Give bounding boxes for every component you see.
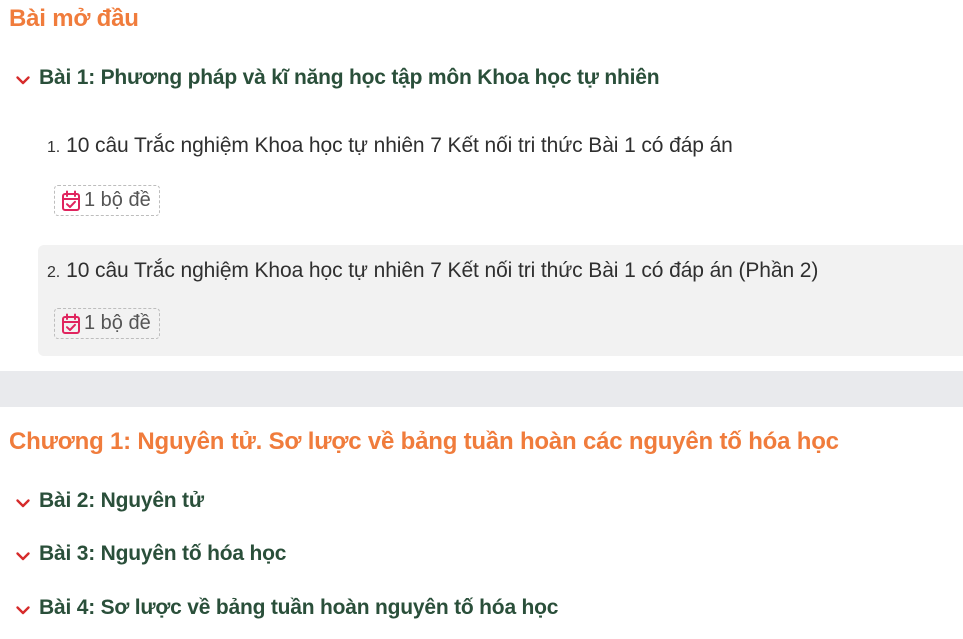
quiz-title-text: 10 câu Trắc nghiệm Khoa học tự nhiên 7 K… [66,259,819,282]
section-divider [0,371,963,407]
calendar-check-icon [62,313,80,334]
quiz-number: 2. [47,264,61,281]
lesson-item-1[interactable]: Bài 1: Phương pháp và kĩ năng học tập mô… [14,66,660,90]
lesson-item-4[interactable]: Bài 4: Sơ lược về bảng tuần hoàn nguyên … [14,596,558,620]
quiz-count-badge[interactable]: 1 bộ đề [54,185,160,216]
lesson-item-2[interactable]: Bài 2: Nguyên tử [14,489,204,513]
quiz-count-label: 1 bộ đề [84,312,151,334]
lesson-label: Bài 4: Sơ lược về bảng tuần hoàn nguyên … [39,596,559,619]
chevron-down-icon [16,606,30,615]
section-title-chapter-1: Chương 1: Nguyên tử. Sơ lược về bảng tuầ… [9,428,839,455]
chevron-down-icon [16,552,30,561]
lesson-item-3[interactable]: Bài 3: Nguyên tố hóa học [14,542,286,566]
quiz-count-badge[interactable]: 1 bộ đề [54,308,160,339]
calendar-check-icon [62,190,80,211]
quiz-title-link[interactable]: 2. 10 câu Trắc nghiệm Khoa học tự nhiên 7… [47,259,818,283]
chevron-down-icon [16,499,30,508]
quiz-count-label: 1 bộ đề [84,189,151,211]
lesson-label: Bài 3: Nguyên tố hóa học [39,542,287,565]
quiz-number: 1. [47,139,61,156]
quiz-item-2: 2. 10 câu Trắc nghiệm Khoa học tự nhiên 7… [38,245,963,356]
quiz-title-link[interactable]: 1. 10 câu Trắc nghiệm Khoa học tự nhiên 7… [47,134,733,158]
quiz-item-1: 1. 10 câu Trắc nghiệm Khoa học tự nhiên 7… [38,122,963,234]
lesson-label: Bài 1: Phương pháp và kĩ năng học tập mô… [39,66,660,89]
section-title-intro: Bài mở đầu [9,5,139,32]
chevron-down-icon [16,76,30,85]
lesson-label: Bài 2: Nguyên tử [39,489,204,512]
quiz-title-text: 10 câu Trắc nghiệm Khoa học tự nhiên 7 K… [66,134,733,157]
